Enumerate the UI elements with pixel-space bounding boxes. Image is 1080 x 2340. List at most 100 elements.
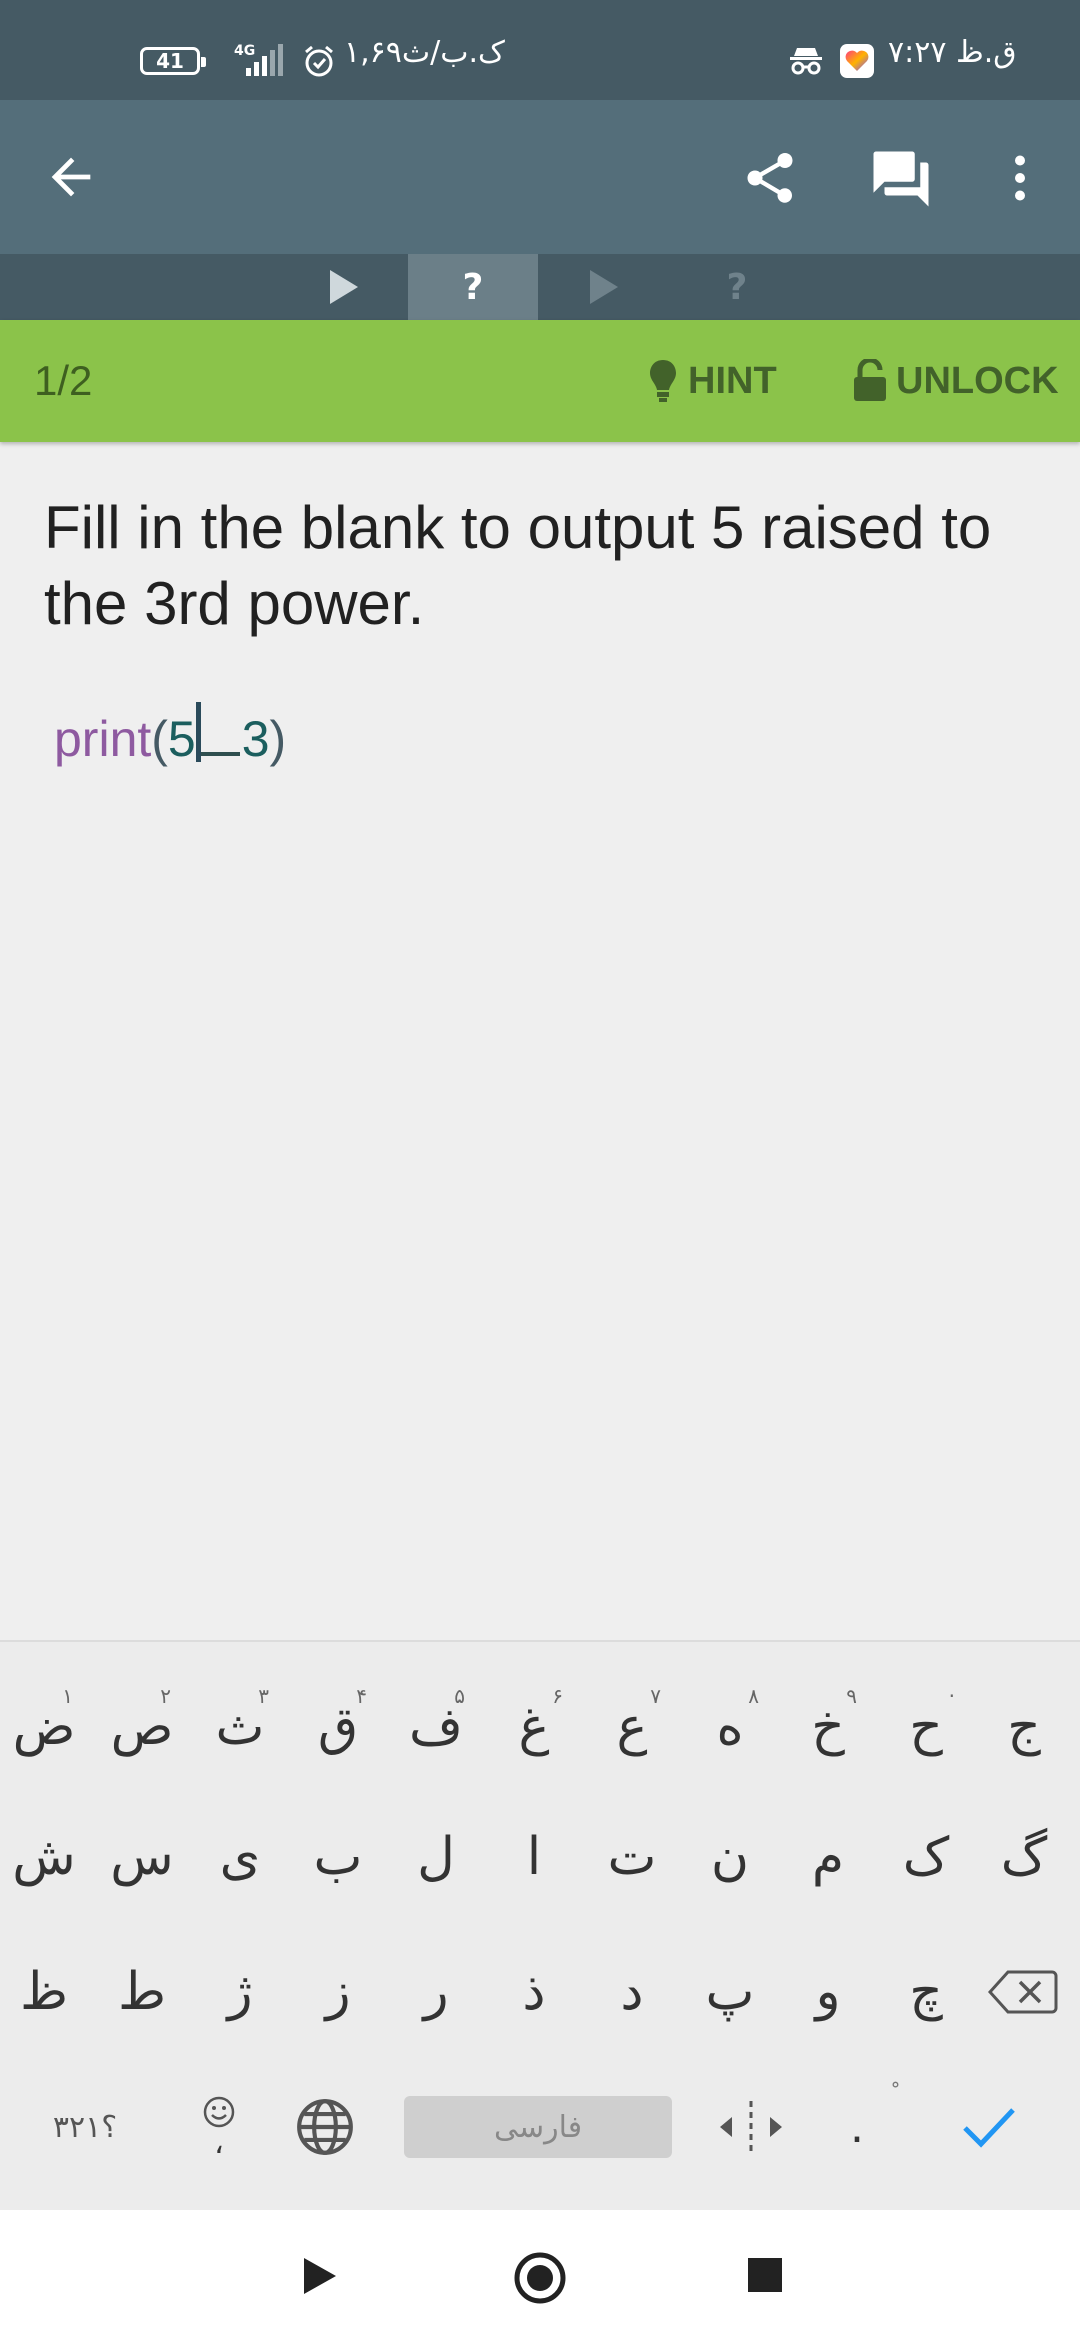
key-letter[interactable]: ه۸: [681, 1662, 779, 1792]
key-letter[interactable]: ث۳: [191, 1662, 289, 1792]
key-letter[interactable]: غ۶: [485, 1662, 583, 1792]
numbers-key[interactable]: ؟۳۲۱: [30, 2062, 140, 2192]
code-operand-left: 5: [167, 711, 196, 767]
tab-quiz-2[interactable]: ?: [672, 254, 802, 320]
key-letter[interactable]: ف۵: [387, 1662, 485, 1792]
key-letter[interactable]: ج: [975, 1662, 1073, 1792]
keyboard-row-2: گکمنتالبیسش: [0, 1792, 1080, 1922]
key-letter[interactable]: چ: [877, 1927, 975, 2057]
clock: ۷:۲۷ ق.ظ: [888, 35, 1017, 70]
app-notification-icon: [840, 44, 874, 78]
battery-indicator: 41: [140, 47, 206, 75]
key-hint: ۲: [160, 1684, 171, 1708]
cursor-move-key[interactable]: [702, 2062, 800, 2192]
key-char: ث: [215, 1697, 265, 1757]
key-letter[interactable]: و: [779, 1927, 877, 2057]
backspace-key[interactable]: [974, 1927, 1072, 2057]
key-char: غ: [518, 1697, 550, 1757]
key-letter[interactable]: ذ: [485, 1927, 583, 2057]
lesson-tabs: ? ?: [0, 254, 1080, 320]
network-speed: ۱,۶۹ک.ب/ث: [344, 35, 505, 70]
key-letter[interactable]: ب: [289, 1792, 387, 1922]
play-icon: [330, 270, 358, 304]
numbers-key-label: ؟۳۲۱: [52, 2109, 118, 2145]
key-hint: ۸: [748, 1684, 759, 1708]
space-label: فارسی: [493, 2109, 583, 2145]
code-paren-open: (: [151, 711, 168, 767]
key-letter[interactable]: ط: [93, 1927, 191, 2057]
key-letter[interactable]: ژ: [191, 1927, 289, 2057]
enter-key[interactable]: [940, 2062, 1038, 2192]
key-letter[interactable]: ر: [387, 1927, 485, 2057]
signal-icon: [246, 44, 283, 76]
key-letter[interactable]: د: [583, 1927, 681, 2057]
cursor-arrows-icon: [720, 2101, 782, 2153]
period-key[interactable]: ْ .: [808, 2062, 906, 2192]
hint-label: HINT: [688, 359, 777, 402]
key-letter[interactable]: پ: [681, 1927, 779, 2057]
key-char: خ: [811, 1697, 845, 1757]
key-hint: ۷: [650, 1684, 661, 1708]
key-letter[interactable]: ح ·: [877, 1662, 975, 1792]
space-key[interactable]: فارسی: [404, 2096, 672, 2158]
key-char: ع: [616, 1697, 648, 1757]
key-letter[interactable]: ع۷: [583, 1662, 681, 1792]
code-paren-close: ): [269, 711, 287, 767]
keyboard-row-4: ؟۳۲۱ ، فارسی ْ .: [0, 2062, 1080, 2192]
key-char: ق: [317, 1697, 359, 1757]
tab-lesson-1[interactable]: [278, 254, 408, 320]
back-nav-icon[interactable]: [300, 2254, 340, 2298]
share-icon[interactable]: [740, 148, 800, 208]
alarm-icon: [305, 45, 333, 77]
home-nav-icon[interactable]: [512, 2250, 568, 2306]
progress-count: 1/2: [34, 357, 93, 404]
checkmark-icon: [963, 2108, 1015, 2148]
key-char: ح: [909, 1697, 943, 1757]
emoji-icon: [203, 2096, 235, 2128]
key-hint: ۴: [356, 1684, 367, 1708]
key-letter[interactable]: ا: [485, 1792, 583, 1922]
key-letter[interactable]: ص۲: [93, 1662, 191, 1792]
key-letter[interactable]: ز: [289, 1927, 387, 2057]
key-letter[interactable]: م: [779, 1792, 877, 1922]
key-letter[interactable]: خ۹: [779, 1662, 877, 1792]
key-letter[interactable]: ل: [387, 1792, 485, 1922]
key-letter[interactable]: ض۱: [0, 1662, 93, 1792]
unlock-label: UNLOCK: [896, 359, 1059, 402]
key-letter[interactable]: ق۴: [289, 1662, 387, 1792]
key-hint: ۶: [552, 1684, 563, 1708]
key-letter[interactable]: گ: [975, 1792, 1073, 1922]
hint-button[interactable]: HINT: [648, 320, 777, 442]
app-toolbar: [0, 100, 1080, 254]
key-char: ج: [1007, 1697, 1041, 1757]
emoji-comma-key[interactable]: ،: [170, 2062, 268, 2192]
key-letter[interactable]: ن: [681, 1792, 779, 1922]
period-label: .: [850, 2101, 864, 2153]
key-char: ه: [716, 1697, 744, 1757]
key-letter[interactable]: ش: [0, 1792, 93, 1922]
system-nav-bar: [0, 2210, 1080, 2340]
incognito-icon: [790, 48, 822, 75]
key-hint: ۳: [258, 1684, 269, 1708]
recents-nav-icon[interactable]: [746, 2256, 784, 2294]
key-letter[interactable]: ک: [877, 1792, 975, 1922]
more-vert-icon[interactable]: [990, 148, 1050, 208]
key-letter[interactable]: س: [93, 1792, 191, 1922]
globe-icon: [297, 2099, 353, 2155]
key-letter[interactable]: ت: [583, 1792, 681, 1922]
keyboard-row-1: ج ح · خ ۹ ه ۸ ع ۷ غ ۶ ف ۵ ق ۴ ث ۳ ص ۲ ض ۱: [0, 1662, 1080, 1792]
arrow-left-icon[interactable]: [42, 148, 100, 206]
tab-quiz-2-label: ?: [726, 266, 748, 308]
tab-lesson-2[interactable]: [538, 254, 668, 320]
answer-blank-input[interactable]: [195, 702, 240, 762]
unlock-button[interactable]: UNLOCK: [852, 320, 1059, 442]
question-text: Fill in the blank to output 5 raised to …: [44, 494, 992, 637]
backspace-icon: [988, 1970, 1058, 2014]
key-letter[interactable]: ی: [191, 1792, 289, 1922]
tab-quiz-1[interactable]: ?: [408, 254, 538, 320]
key-letter[interactable]: ظ: [0, 1927, 93, 2057]
language-key[interactable]: [276, 2062, 374, 2192]
persian-keyboard: ج ح · خ ۹ ه ۸ ع ۷ غ ۶ ف ۵ ق ۴ ث ۳ ص ۲ ض ۱ گکمنتالبیسش چوپدذر…: [0, 1640, 1080, 2212]
play-icon: [590, 270, 618, 304]
comments-icon[interactable]: [868, 146, 934, 212]
